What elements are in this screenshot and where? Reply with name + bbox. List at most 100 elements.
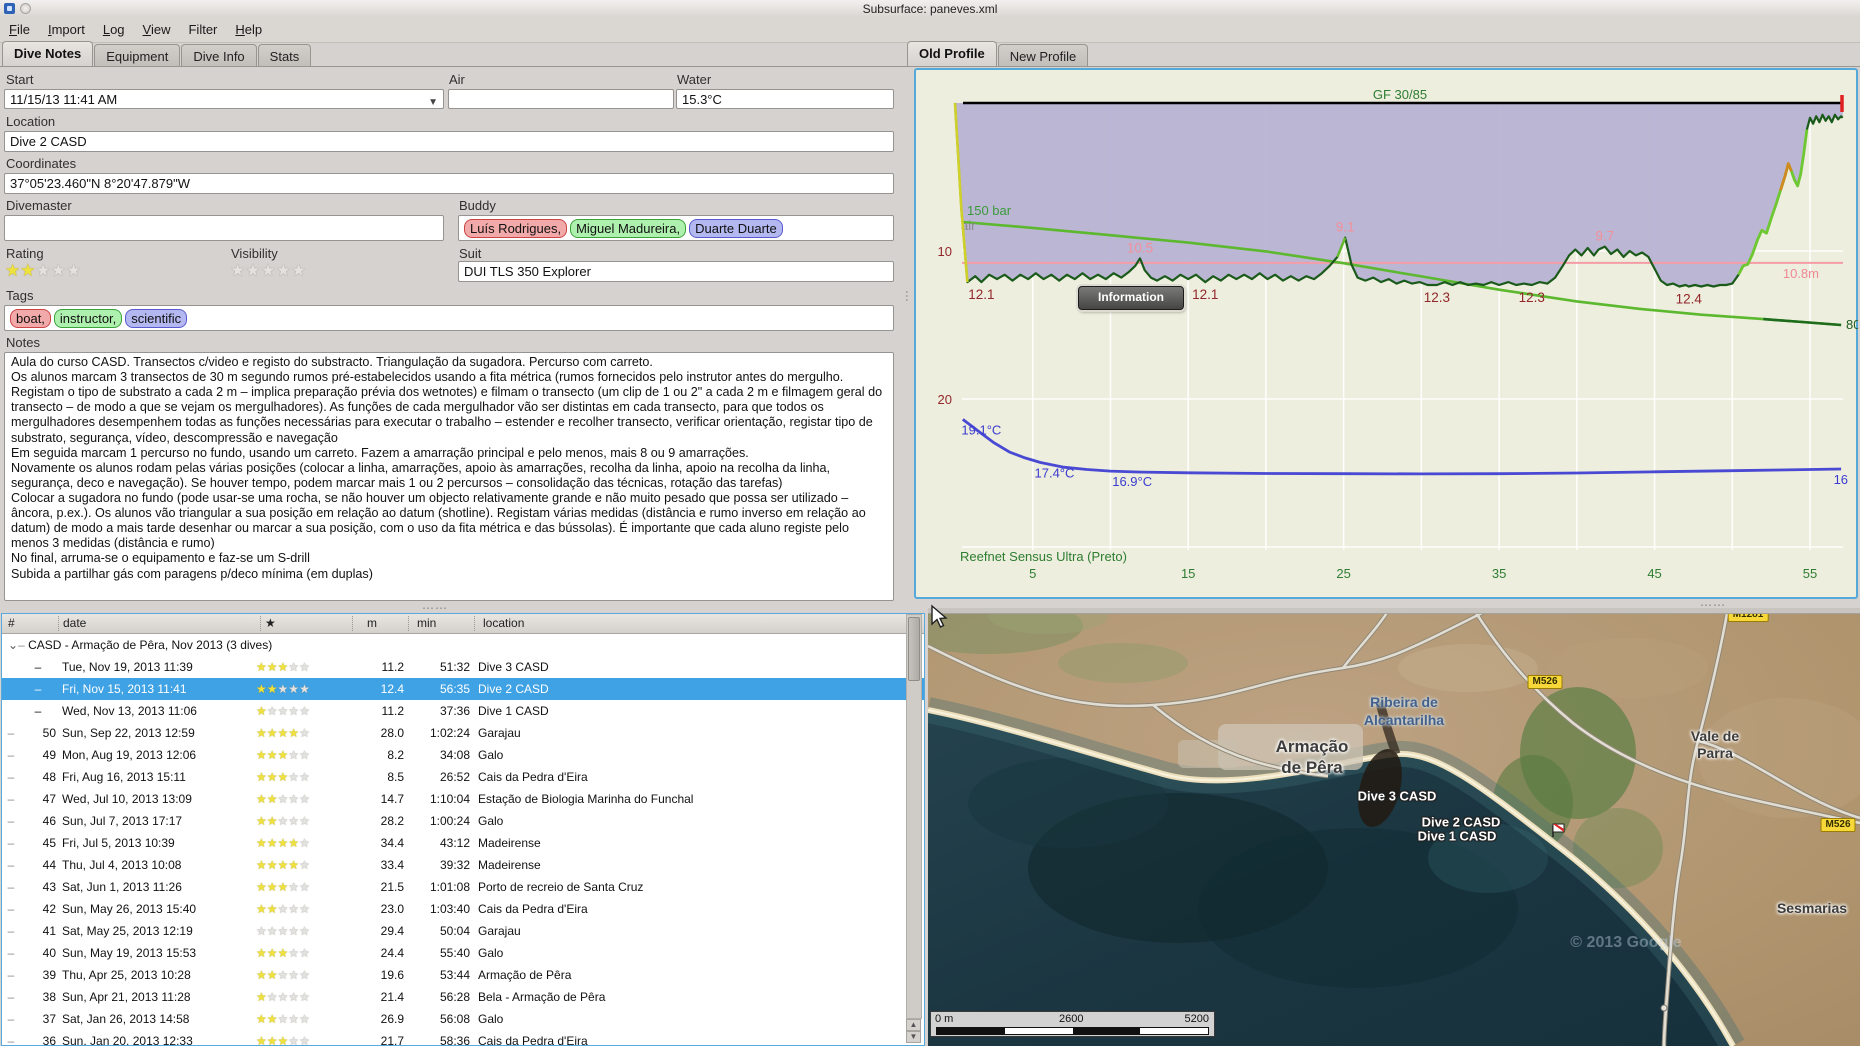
ceiling-label: 10.8m — [1783, 266, 1819, 281]
tab-stats[interactable]: Stats — [257, 44, 312, 66]
tab-dive-notes[interactable]: Dive Notes — [2, 41, 94, 66]
menu-view[interactable]: View — [134, 18, 180, 40]
star-icon: ★ — [266, 968, 278, 982]
dive-row[interactable]: –48 Fri, Aug 16, 2013 15:11 ★★★★★ 8.5 26:52 C… — [2, 766, 924, 788]
dive-date: Sat, Jun 1, 2013 11:26 — [62, 880, 182, 894]
dive-date: Sun, Apr 21, 2013 11:28 — [62, 990, 191, 1004]
column-header[interactable]: ★ — [260, 616, 352, 631]
pressure-area-fill — [955, 103, 1843, 287]
dive-row[interactable]: – Wed, Nov 13, 2013 11:06 ★★★★★ 11.2 37:36 Di… — [2, 700, 924, 722]
rating-stars[interactable]: ★★★★★ — [5, 262, 81, 281]
tags-label: Tags — [6, 288, 34, 303]
dive-duration: 56:35 — [439, 682, 470, 696]
dive-rating: ★★★★★ — [256, 1034, 348, 1045]
temperature-label: 19.1°C — [961, 422, 1001, 437]
dive-row[interactable]: –46 Sun, Jul 7, 2013 17:17 ★★★★★ 28.2 1:00:2… — [2, 810, 924, 832]
map-copyright: © 2013 Google — [1570, 934, 1682, 951]
dive-row[interactable]: –41 Sat, May 25, 2013 12:19 ★★★★★ 29.4 50:04… — [2, 920, 924, 942]
start-time-combo[interactable]: 11/15/13 11:41 AM ▼ — [4, 89, 444, 109]
dive-duration: 51:32 — [439, 660, 470, 674]
left-tab-bar: Dive Notes Equipment Dive Info Stats — [2, 41, 312, 66]
coordinates-field[interactable]: 37°05'23.460"N 8°20'47.879"W — [4, 173, 894, 194]
star-icon: ★ — [266, 902, 278, 916]
star-icon: ★ — [230, 261, 246, 280]
dive-trip-group-row[interactable]: ⌄– CASD - Armação de Pêra, Nov 2013 (3 d… — [2, 634, 924, 656]
star-icon: ★ — [288, 858, 300, 872]
visibility-stars[interactable]: ★★★★★ — [230, 262, 306, 281]
dive-rating: ★★★★★ — [256, 748, 348, 762]
star-icon: ★ — [266, 704, 278, 718]
buddy-field[interactable]: Luís Rodrigues, Miguel Madureira, Duarte D… — [458, 215, 894, 241]
scroll-down-button[interactable]: ▼ — [906, 1031, 921, 1043]
dive-row[interactable]: –39 Thu, Apr 25, 2013 10:28 ★★★★★ 19.6 53:44… — [2, 964, 924, 986]
dive-row[interactable]: –36 Sun, Jan 20, 2013 12:33 ★★★★★ 21.7 58:36… — [2, 1030, 924, 1045]
column-header[interactable]: min — [408, 616, 474, 631]
depth-event-label: 12.3 — [1519, 290, 1545, 305]
dive-row[interactable]: –44 Thu, Jul 4, 2013 10:08 ★★★★★ 33.4 39:32 M… — [2, 854, 924, 876]
dive-row[interactable]: –43 Sat, Jun 1, 2013 11:26 ★★★★★ 21.5 1:01:0… — [2, 876, 924, 898]
column-header[interactable]: # — [2, 616, 58, 631]
dive-depth: 8.5 — [387, 770, 404, 784]
star-icon: ★ — [288, 880, 300, 894]
star-icon: ★ — [256, 792, 267, 806]
menu-filter[interactable]: Filter — [179, 18, 226, 40]
dive-row[interactable]: –38 Sun, Apr 21, 2013 11:28 ★★★★★ 21.4 56:28… — [2, 986, 924, 1008]
column-header[interactable]: location — [474, 616, 774, 631]
tab-dive-info[interactable]: Dive Info — [181, 44, 257, 66]
tab-equipment[interactable]: Equipment — [94, 44, 181, 66]
dive-rating: ★★★★★ — [256, 902, 348, 916]
road-endpoint — [1660, 1004, 1668, 1012]
star-icon: ★ — [288, 770, 300, 784]
information-button[interactable]: Information — [1078, 286, 1184, 310]
star-icon: ★ — [299, 770, 310, 784]
chevron-down-icon[interactable]: ▼ — [428, 94, 438, 111]
dive-location: Dive 2 CASD — [478, 682, 549, 696]
suit-field[interactable]: DUI TLS 350 Explorer — [458, 261, 894, 282]
depth-event-label: 12.1 — [968, 287, 994, 302]
dive-row[interactable]: – Tue, Nov 19, 2013 11:39 ★★★★★ 11.2 51:32 Di… — [2, 656, 924, 678]
dive-depth: 26.9 — [380, 1012, 404, 1026]
location-field[interactable]: Dive 2 CASD — [4, 131, 894, 152]
dive-row[interactable]: –45 Fri, Jul 5, 2013 10:39 ★★★★★ 34.4 43:12 M… — [2, 832, 924, 854]
menu-file[interactable]: File — [0, 18, 39, 40]
dive-row[interactable]: –40 Sun, May 19, 2013 15:53 ★★★★★ 24.4 55:40… — [2, 942, 924, 964]
star-icon: ★ — [277, 792, 289, 806]
tags-field[interactable]: boat, instructor, scientific — [4, 305, 894, 331]
notes-textarea[interactable]: Aula do curso CASD. Transectos c/video e… — [4, 352, 894, 601]
column-header[interactable]: m — [352, 616, 408, 631]
scroll-up-button[interactable]: ▲ — [906, 1019, 921, 1031]
star-icon: ★ — [277, 902, 289, 916]
depth-event-label: 10.5 — [1127, 240, 1153, 255]
dive-row[interactable]: – Fri, Nov 15, 2013 11:41 ★★★★★ 12.4 56:35 Di… — [2, 678, 924, 700]
star-icon: ★ — [299, 968, 310, 982]
star-icon: ★ — [299, 902, 310, 916]
dive-location: Galo — [478, 814, 504, 828]
tab-new-profile[interactable]: New Profile — [997, 44, 1089, 66]
menu-log[interactable]: Log — [94, 18, 134, 40]
dive-row[interactable]: –37 Sat, Jan 26, 2013 14:58 ★★★★★ 26.9 56:08… — [2, 1008, 924, 1030]
map-view[interactable]: 0 m 2600 5200 Armação de Pêra Ribeira de … — [928, 608, 1860, 1046]
star-icon: ★ — [299, 990, 310, 1004]
dive-list-vscrollbar[interactable] — [906, 614, 922, 1019]
tab-old-profile[interactable]: Old Profile — [907, 41, 997, 66]
dive-list-vscroll-thumb[interactable] — [908, 617, 920, 681]
star-icon: ★ — [277, 1012, 289, 1026]
divemaster-field[interactable] — [4, 215, 444, 241]
dive-rating: ★★★★★ — [256, 946, 348, 960]
end-pressure-label: 80 — [1846, 317, 1858, 332]
divemaster-label: Divemaster — [6, 198, 72, 213]
vertical-splitter-handle[interactable]: ⋯ — [900, 290, 914, 303]
depth-event-label: 12.1 — [1192, 287, 1218, 302]
dive-location: Cais da Pedra d'Eira — [478, 770, 588, 784]
menu-import[interactable]: Import — [39, 18, 94, 40]
dive-row[interactable]: –47 Wed, Jul 10, 2013 13:09 ★★★★★ 14.7 1:10:… — [2, 788, 924, 810]
tab-strip: Dive Notes Equipment Dive Info Stats Old Pr… — [0, 41, 1860, 66]
menu-help[interactable]: Help — [226, 18, 271, 40]
dive-row[interactable]: –50 Sun, Sep 22, 2013 12:59 ★★★★★ 28.0 1:02:… — [2, 722, 924, 744]
column-header[interactable]: date — [58, 616, 260, 631]
water-temp-field[interactable]: 15.3°C — [676, 89, 894, 109]
air-temp-field[interactable] — [448, 89, 674, 109]
dive-date: Sun, Sep 22, 2013 12:59 — [62, 726, 195, 740]
dive-row[interactable]: –49 Mon, Aug 19, 2013 12:06 ★★★★★ 8.2 34:08 G… — [2, 744, 924, 766]
dive-row[interactable]: –42 Sun, May 26, 2013 15:40 ★★★★★ 23.0 1:03:… — [2, 898, 924, 920]
